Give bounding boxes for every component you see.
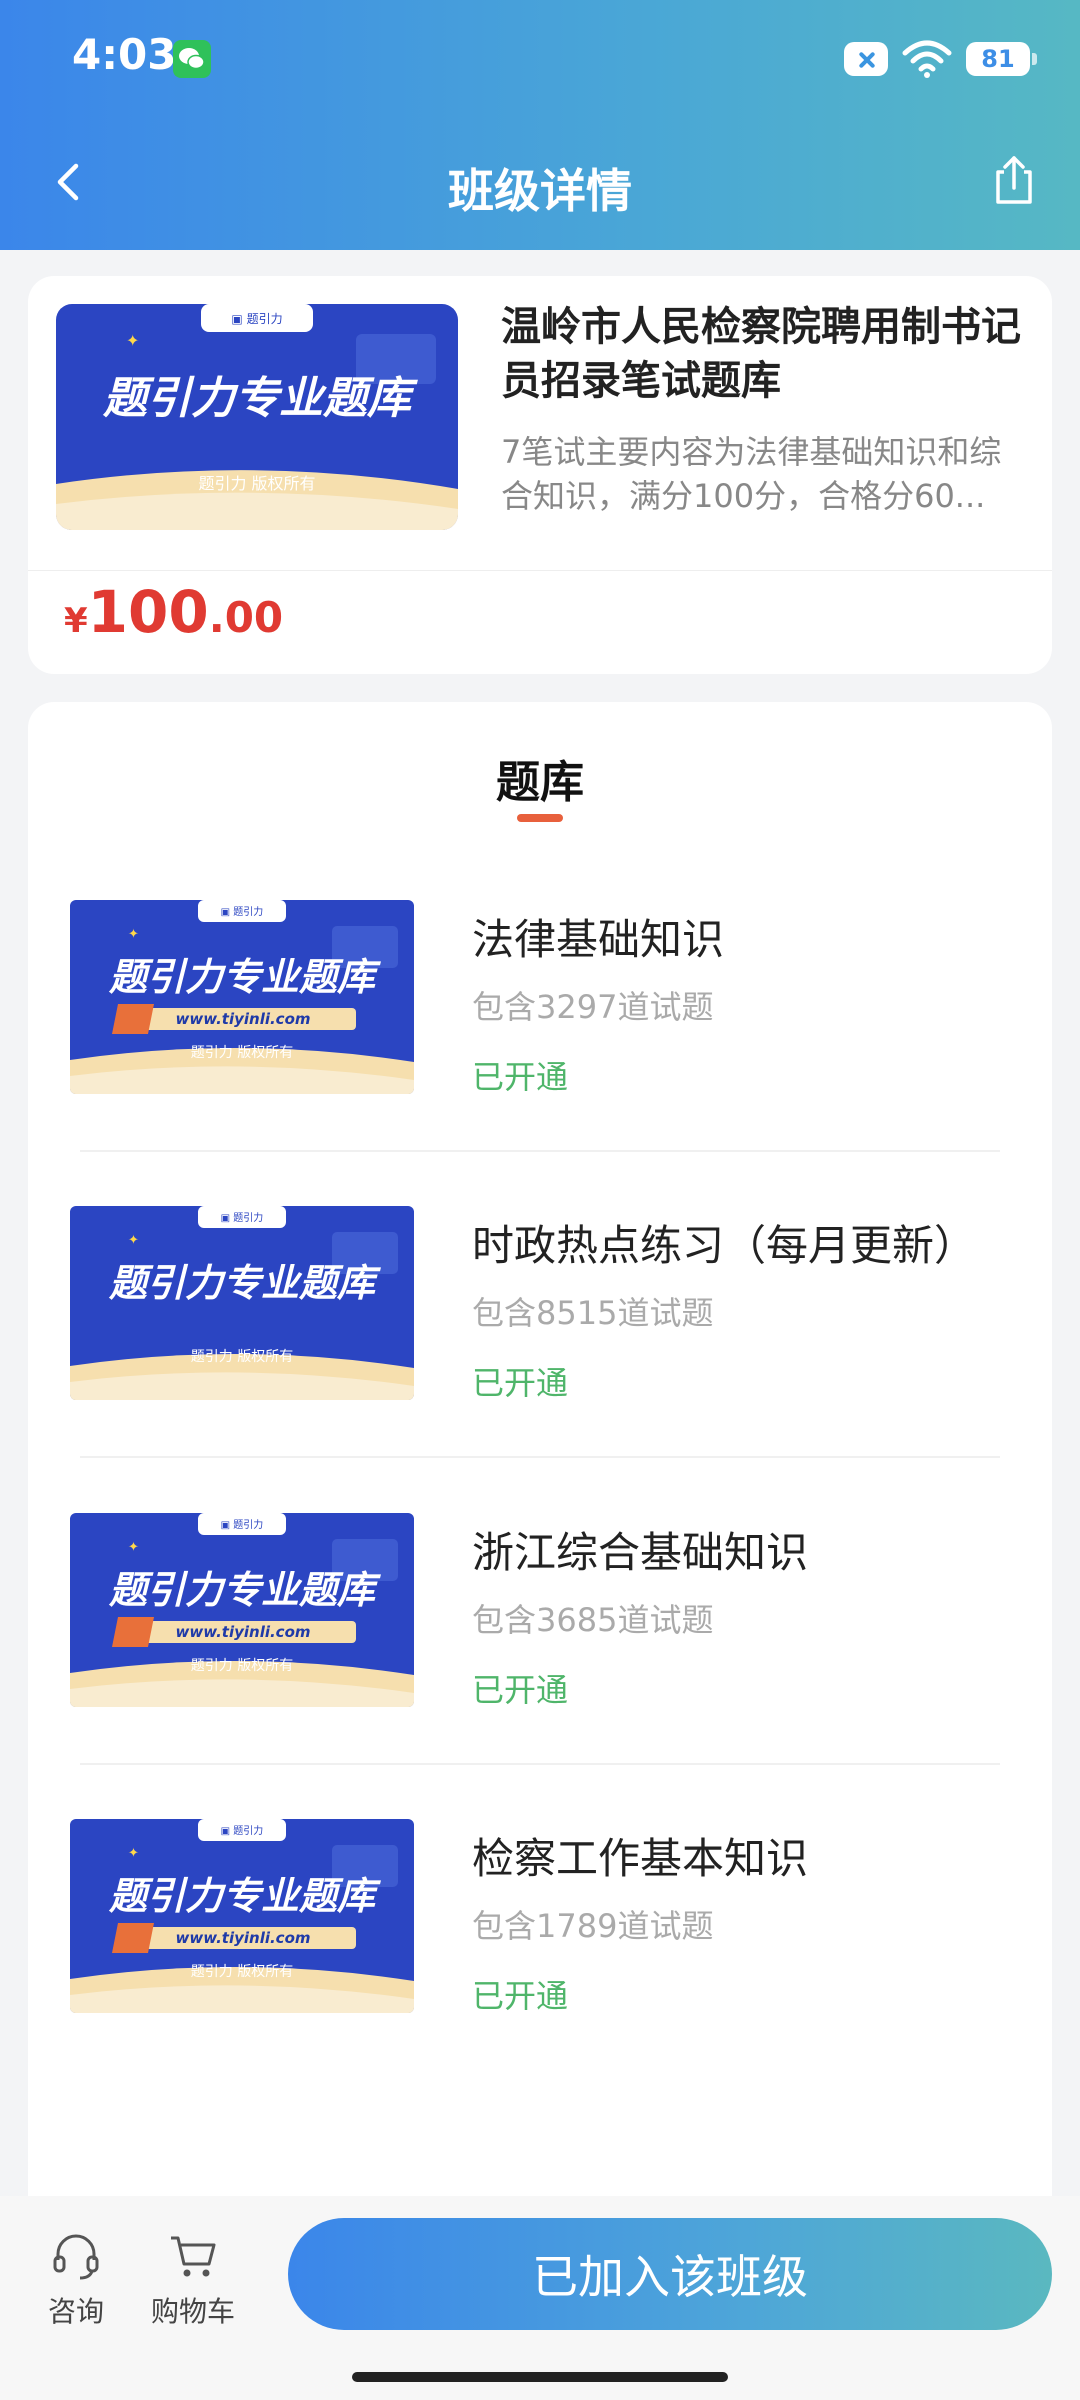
bank-thumbnail-url: www.tiyinli.com <box>175 1623 311 1641</box>
bank-thumbnail-copyright: 题引力 版权所有 <box>190 1045 294 1061</box>
bank-list-item[interactable]: ▣ 题引力 ✦ 题引力专业题库 www.tiyinli.com 题引力 版权所有… <box>70 1513 1010 1819</box>
svg-text:✦: ✦ <box>128 1540 139 1555</box>
svg-text:✦: ✦ <box>128 1233 139 1248</box>
bank-item-status: 已开通 <box>472 1977 569 2015</box>
battery-indicator: 81 <box>966 42 1037 76</box>
bank-item-count: 包含8515道试题 <box>472 1294 714 1332</box>
bank-item-name: 时政热点练习（每月更新） <box>472 1221 977 1270</box>
price-decimal: .00 <box>208 593 284 642</box>
page-title: 班级详情 <box>448 164 632 218</box>
shopping-cart-icon <box>171 2236 216 2277</box>
nav-bar: 班级详情 <box>0 130 1080 240</box>
bank-item-name: 检察工作基本知识 <box>472 1834 809 1883</box>
share-button[interactable] <box>984 150 1044 210</box>
bank-thumbnail: ▣ 题引力 ✦ 题引力专业题库 www.tiyinli.com 题引力 版权所有 <box>70 900 414 1094</box>
svg-text:▣ 题引力: ▣ 题引力 <box>221 1824 264 1837</box>
bank-item-status: 已开通 <box>472 1671 569 1709</box>
bank-thumbnail-copyright: 题引力 版权所有 <box>190 1349 294 1365</box>
bank-heading: 题库 <box>496 757 584 808</box>
share-icon <box>996 156 1032 204</box>
class-description: 7笔试主要内容为法律基础知识和综合知识，满分100分，合格分60... <box>501 433 1002 515</box>
bottom-action-bar: 咨询 购物车 已加入该班级 <box>0 2196 1080 2400</box>
bank-item-count: 包含3297道试题 <box>472 988 714 1026</box>
header: 4:03 81 班级详情 <box>0 0 1080 250</box>
bank-thumbnail-copyright: 题引力 版权所有 <box>190 1964 294 1980</box>
svg-text:✦: ✦ <box>126 331 139 350</box>
class-banner-image: ▣ 题引力 ✦ 题引力专业题库 题引力 版权所有 <box>56 304 458 530</box>
bank-thumbnail: ▣ 题引力 ✦ 题引力专业题库 www.tiyinli.com 题引力 版权所有 <box>70 1819 414 2013</box>
headset-icon <box>53 2234 99 2280</box>
wifi-icon <box>902 40 952 78</box>
bank-heading-underline <box>517 814 563 822</box>
status-icons: 81 <box>844 34 1037 84</box>
svg-text:▣ 题引力: ▣ 题引力 <box>221 1211 264 1224</box>
home-indicator <box>352 2372 728 2382</box>
class-banner-copyright: 题引力 版权所有 <box>198 474 316 493</box>
cart-button[interactable]: 购物车 <box>143 2230 243 2330</box>
bank-list-item[interactable]: ▣ 题引力 ✦ 题引力专业题库 题引力 版权所有 时政热点练习（每月更新） 包含… <box>70 1206 1010 1512</box>
consult-label: 咨询 <box>47 2295 104 2328</box>
svg-text:▣ 题引力: ▣ 题引力 <box>221 905 264 918</box>
bank-thumbnail: ▣ 题引力 ✦ 题引力专业题库 题引力 版权所有 <box>70 1206 414 1400</box>
divider <box>80 1456 1000 1458</box>
svg-text:▣ 题引力: ▣ 题引力 <box>231 312 282 326</box>
class-summary-card: ▣ 题引力 ✦ 题引力专业题库 题引力 版权所有 温岭市人民检察院聘用制书记员招… <box>28 276 1052 674</box>
svg-text:▣ 题引力: ▣ 题引力 <box>221 1518 264 1531</box>
cart-label: 购物车 <box>150 2295 235 2328</box>
class-info: 温岭市人民检察院聘用制书记员招录笔试题库 7笔试主要内容为法律基础知识和综合知识… <box>501 300 1021 518</box>
bank-thumbnail-headline: 题引力专业题库 <box>108 1874 375 1918</box>
bank-thumbnail-url: www.tiyinli.com <box>175 1010 311 1028</box>
bank-thumbnail-headline: 题引力专业题库 <box>108 1568 375 1612</box>
divider <box>80 1150 1000 1152</box>
price-currency: ¥ <box>64 601 88 641</box>
divider <box>28 570 1052 571</box>
bank-list-item[interactable]: ▣ 题引力 ✦ 题引力专业题库 www.tiyinli.com 题引力 版权所有… <box>70 1819 1010 2125</box>
class-title: 温岭市人民检察院聘用制书记员招录笔试题库 <box>501 304 1021 404</box>
bank-list-item[interactable]: ▣ 题引力 ✦ 题引力专业题库 www.tiyinli.com 题引力 版权所有… <box>70 900 1010 1206</box>
question-bank-section: 题库 ▣ 题引力 ✦ 题引力专业题库 www.tiyinli.com 题引力 版… <box>28 702 1052 2202</box>
status-time: 4:03 <box>72 30 177 79</box>
bank-thumbnail-url: www.tiyinli.com <box>175 1929 311 1947</box>
bank-thumbnail: ▣ 题引力 ✦ 题引力专业题库 www.tiyinli.com 题引力 版权所有 <box>70 1513 414 1707</box>
class-price: ¥100.00 <box>64 578 283 646</box>
bank-item-name: 浙江综合基础知识 <box>472 1528 809 1577</box>
bank-item-count: 包含3685道试题 <box>472 1601 714 1639</box>
bank-item-name: 法律基础知识 <box>472 915 725 964</box>
svg-text:✦: ✦ <box>128 927 139 942</box>
wechat-icon <box>173 40 211 78</box>
status-bar: 4:03 81 <box>0 0 1080 120</box>
class-banner-headline: 题引力专业题库 <box>103 373 411 424</box>
bank-item-count: 包含1789道试题 <box>472 1907 714 1945</box>
notification-mute-icon <box>844 42 888 76</box>
consult-button[interactable]: 咨询 <box>26 2230 126 2330</box>
bank-thumbnail-headline: 题引力专业题库 <box>108 1261 375 1305</box>
joined-class-button[interactable]: 已加入该班级 <box>288 2218 1052 2330</box>
svg-text:✦: ✦ <box>128 1846 139 1861</box>
bank-thumbnail-copyright: 题引力 版权所有 <box>190 1658 294 1674</box>
divider <box>80 1763 1000 1765</box>
bank-thumbnail-headline: 题引力专业题库 <box>108 955 375 999</box>
bank-item-status: 已开通 <box>472 1058 569 1096</box>
price-integer: 100 <box>87 578 209 646</box>
bank-item-status: 已开通 <box>472 1364 569 1402</box>
